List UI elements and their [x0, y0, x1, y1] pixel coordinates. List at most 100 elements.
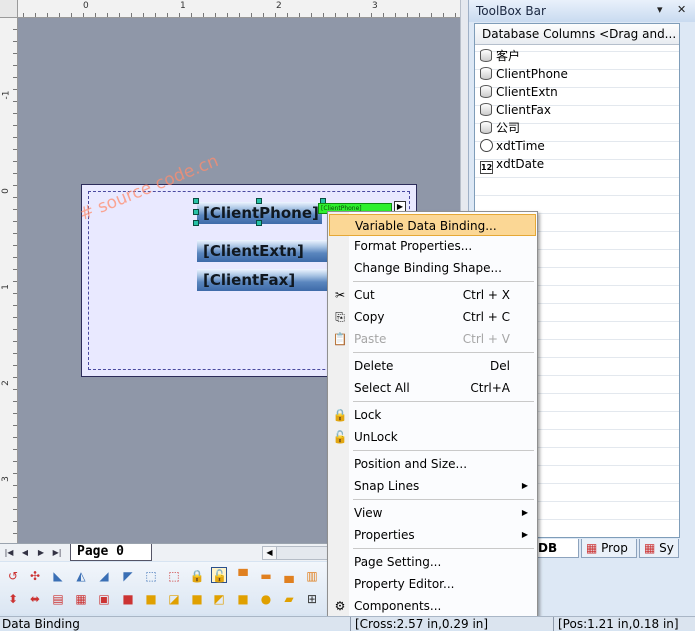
selection-handle[interactable]	[193, 198, 199, 204]
ruler-label: 2	[0, 380, 11, 386]
tool-icon[interactable]: ⬌	[27, 591, 43, 607]
list-item[interactable]: ClientFax	[480, 101, 551, 119]
tool-icon[interactable]: ◪	[166, 591, 182, 607]
align-center-icon[interactable]: ◭	[73, 568, 89, 584]
list-item[interactable]: ClientPhone	[480, 65, 568, 83]
list-item[interactable]: xdtTime	[480, 137, 545, 155]
menu-item-position-and-size[interactable]: Position and Size...	[329, 453, 536, 475]
ruler-corner	[0, 0, 18, 18]
context-menu: Variable Data Binding... Format Properti…	[327, 211, 538, 617]
tool-icon[interactable]: ▦	[73, 591, 89, 607]
tool-icon[interactable]: ⊞	[304, 591, 320, 607]
menu-item-delete[interactable]: Delete Del	[329, 355, 536, 377]
column-name: ClientFax	[496, 103, 551, 117]
menu-item-cut[interactable]: ✂ Cut Ctrl + X	[329, 284, 536, 306]
next-page-icon[interactable]: ▶	[34, 546, 48, 559]
menu-item-properties[interactable]: Properties ▶	[329, 524, 536, 546]
menu-label: Copy	[354, 310, 385, 324]
menu-separator	[353, 352, 534, 353]
menu-label: Paste	[354, 332, 387, 346]
bottom-align-icon[interactable]: ▄	[281, 568, 297, 584]
menu-item-snap-lines[interactable]: Snap Lines ▶	[329, 475, 536, 497]
menu-item-format-properties[interactable]: Format Properties...	[329, 235, 536, 257]
scroll-left-icon[interactable]: ◀	[263, 547, 277, 559]
tool-icon[interactable]: ◩	[211, 591, 227, 607]
prev-page-icon[interactable]: ◀	[18, 546, 32, 559]
list-item[interactable]: 公司	[480, 119, 520, 137]
menu-label: View	[354, 506, 383, 520]
database-column-icon	[480, 67, 492, 80]
ungroup-icon[interactable]: ⬚	[166, 568, 182, 584]
align-top-icon[interactable]: ◤	[120, 568, 136, 584]
tab-label: DB	[538, 541, 558, 555]
tool-icon[interactable]: ■	[120, 591, 136, 607]
field-client-fax[interactable]: [ClientFax]	[197, 269, 330, 291]
selection-handle[interactable]	[193, 209, 199, 215]
dropdown-icon[interactable]: ▾	[657, 3, 663, 16]
tool-icon[interactable]: ▰	[281, 591, 297, 607]
menu-item-select-all[interactable]: Select All Ctrl+A	[329, 377, 536, 399]
tool-icon[interactable]: ⬍	[5, 591, 21, 607]
menu-item-change-binding-shape[interactable]: Change Binding Shape...	[329, 257, 536, 279]
tab-db[interactable]: DB	[533, 539, 579, 558]
field-client-extn[interactable]: [ClientExtn]	[197, 240, 330, 262]
menu-separator	[353, 499, 534, 500]
menu-item-property-editor[interactable]: Property Editor...	[329, 573, 536, 595]
menu-item-unlock[interactable]: 🔓 UnLock	[329, 426, 536, 448]
first-page-icon[interactable]: |◀	[2, 546, 16, 559]
list-item[interactable]: 客户	[480, 47, 520, 65]
menu-label: Variable Data Binding...	[355, 219, 497, 233]
page-tab[interactable]: Page 0	[70, 544, 152, 561]
unlock-icon[interactable]: 🔓	[211, 567, 227, 583]
toolbox-title: ToolBox Bar	[476, 4, 546, 18]
tool-icon[interactable]: ■	[235, 591, 251, 607]
tool-icon[interactable]: ■	[189, 591, 205, 607]
prop-tab-icon: ▦	[586, 541, 602, 555]
menu-label: Cut	[354, 288, 375, 302]
column-name: ClientExtn	[496, 85, 558, 99]
tool-icon[interactable]: ▤	[50, 591, 66, 607]
tab-sys[interactable]: ▦ Sy	[639, 539, 679, 558]
align-left-icon[interactable]: ◣	[50, 568, 66, 584]
align-right-icon[interactable]: ◢	[96, 568, 112, 584]
layout-toolbars: ↺ ✣ ◣ ◭ ◢ ◤ ⬚ ⬚ 🔒 🔓 ▀ ▬ ▄ ▥ ⬍ ⬌ ▤ ▦ ▣ ■ …	[0, 562, 335, 614]
tool-icon[interactable]: ▣	[96, 591, 112, 607]
status-divider	[553, 617, 554, 631]
space-icon[interactable]: ▥	[304, 568, 320, 584]
menu-item-view[interactable]: View ▶	[329, 502, 536, 524]
last-page-icon[interactable]: ▶|	[50, 546, 64, 559]
menu-shortcut: Ctrl + X	[462, 288, 510, 302]
tool-icon[interactable]: ●	[258, 591, 274, 607]
menu-item-page-setting[interactable]: Page Setting...	[329, 551, 536, 573]
column-name: 客户	[496, 49, 521, 63]
menu-item-lock[interactable]: 🔒 Lock	[329, 404, 536, 426]
menu-item-variable-data-binding[interactable]: Variable Data Binding...	[329, 214, 536, 236]
lock-icon[interactable]: 🔒	[189, 568, 205, 584]
top-align-icon[interactable]: ▀	[235, 568, 251, 584]
middle-align-icon[interactable]: ▬	[258, 568, 274, 584]
cross-position: [Cross:2.57 in,0.29 in]	[355, 617, 489, 631]
menu-label: Select All	[354, 381, 410, 395]
cursor-position: [Pos:1.21 in,0.18 in]	[558, 617, 679, 631]
list-header[interactable]: Database Columns <Drag and...	[475, 24, 679, 45]
calendar-icon: 12	[480, 161, 493, 174]
group-icon[interactable]: ⬚	[143, 568, 159, 584]
menu-item-paste[interactable]: 📋 Paste Ctrl + V	[329, 328, 536, 350]
list-item[interactable]: ClientExtn	[480, 83, 558, 101]
close-icon[interactable]: ✕	[677, 3, 686, 16]
submenu-arrow-icon: ▶	[521, 530, 528, 539]
selection-handle[interactable]	[256, 220, 262, 226]
lock-icon: 🔒	[332, 408, 348, 422]
menu-item-components[interactable]: ⚙ Components...	[329, 595, 536, 617]
tool-icon[interactable]: ■	[143, 591, 159, 607]
paste-icon: 📋	[332, 332, 348, 346]
menu-item-copy[interactable]: ⎘ Copy Ctrl + C	[329, 306, 536, 328]
rotate-icon[interactable]: ↺	[5, 568, 21, 584]
list-item[interactable]: 12 xdtDate	[480, 155, 544, 174]
ruler-label: -1	[1, 90, 12, 100]
tab-prop[interactable]: ▦ Prop	[581, 539, 637, 558]
flip-icon[interactable]: ✣	[27, 568, 43, 584]
selection-handle[interactable]	[256, 198, 262, 204]
submenu-arrow-icon: ▶	[521, 481, 528, 490]
selection-handle[interactable]	[193, 220, 199, 226]
